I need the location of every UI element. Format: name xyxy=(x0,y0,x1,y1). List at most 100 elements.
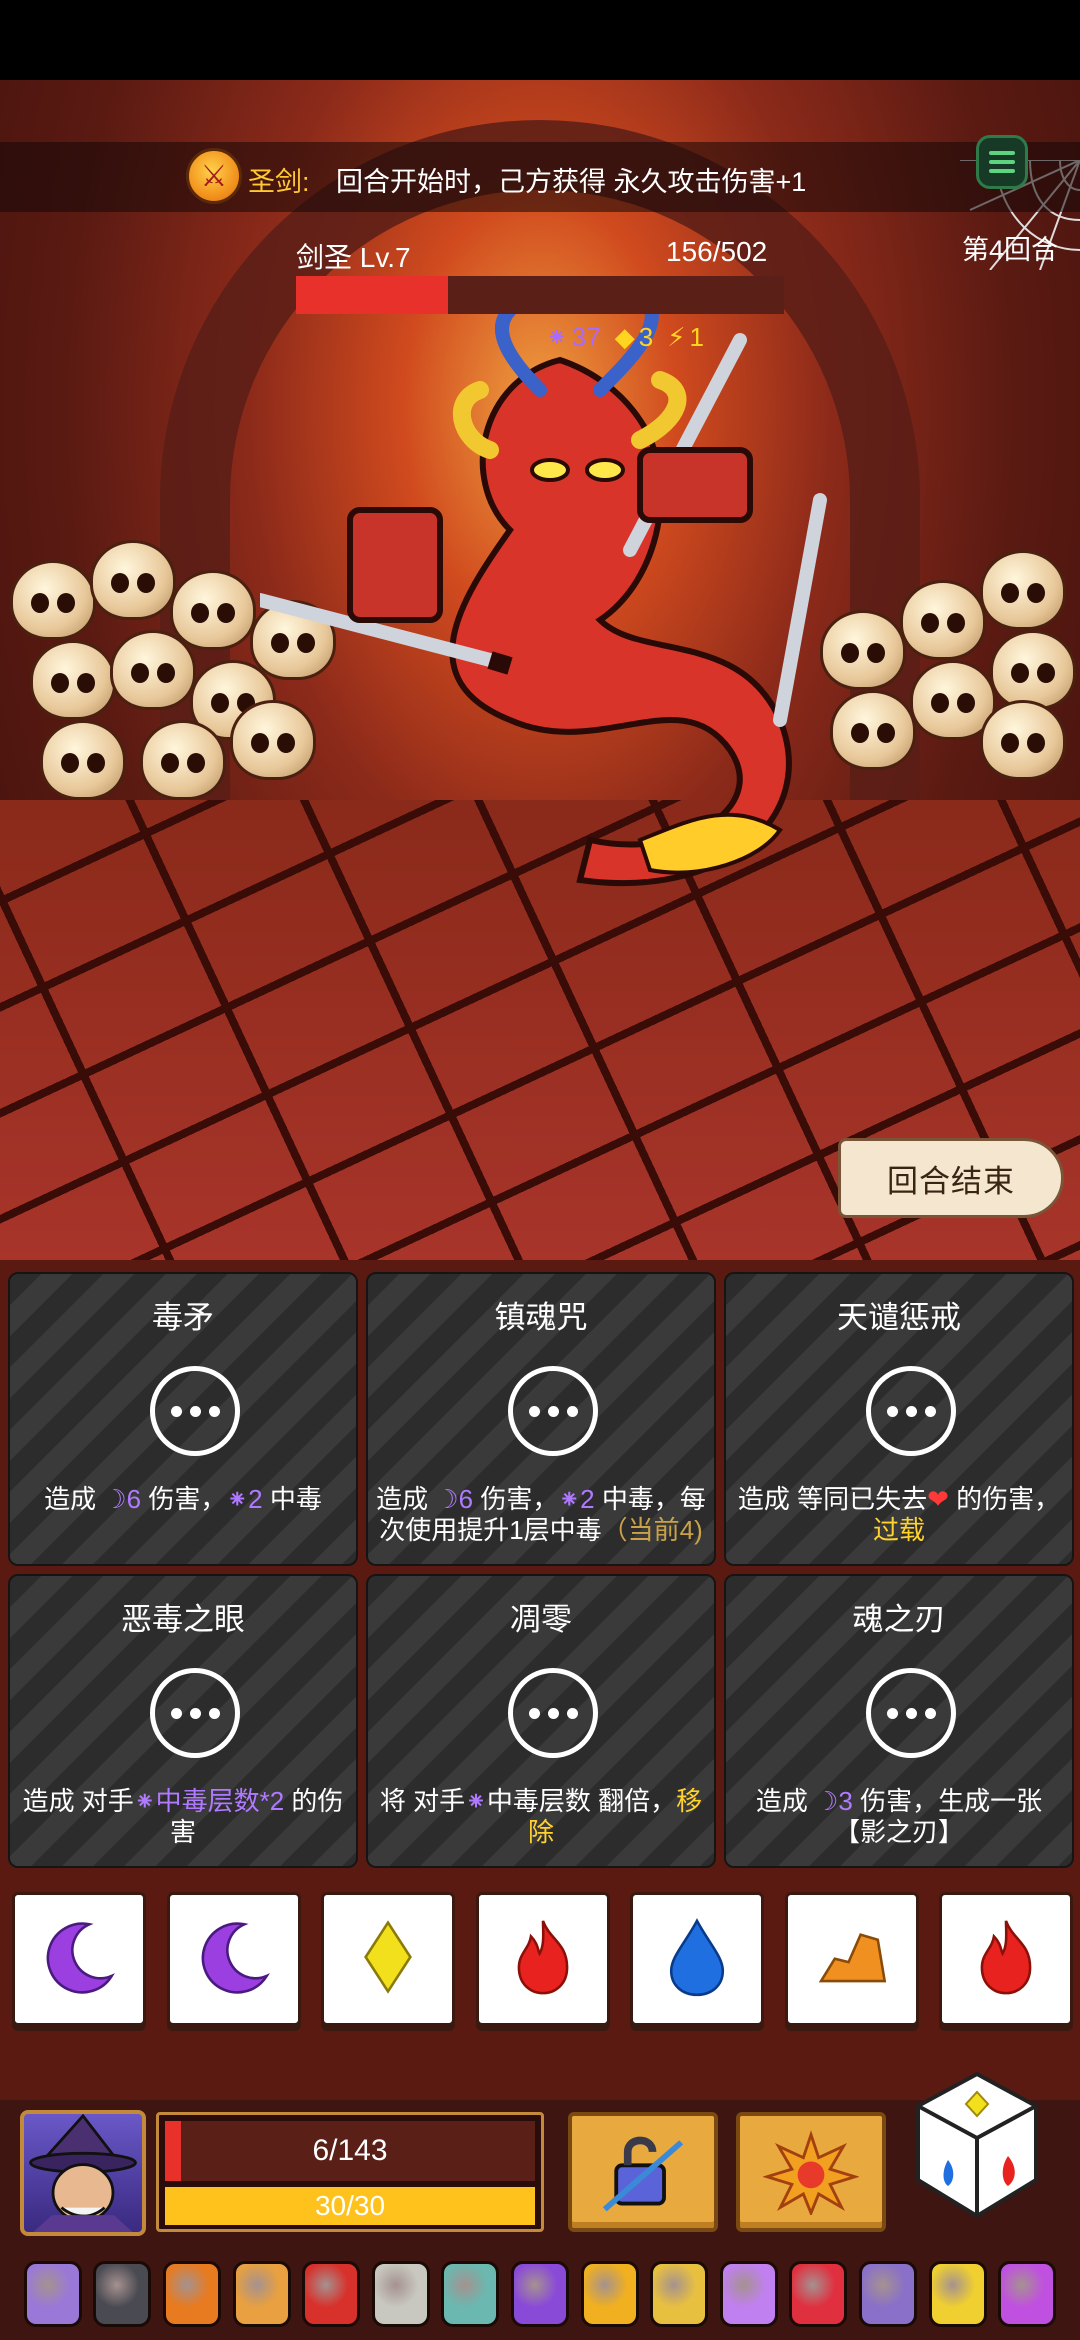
enemy-name: 剑圣 Lv.7 xyxy=(296,242,411,273)
more-options-icon[interactable] xyxy=(150,1668,240,1758)
card-title: 毒矛 xyxy=(152,1300,214,1335)
card-description: 造成 对手⁕中毒层数*2 的伤害 xyxy=(18,1786,348,1848)
scroll-icon[interactable] xyxy=(371,2261,430,2327)
explosion-icon xyxy=(763,2130,859,2215)
card-description-segment: 中毒层数 翻倍， xyxy=(486,1786,677,1816)
unlock-skill-button[interactable] xyxy=(568,2112,718,2232)
enemy-hp-fill xyxy=(296,276,448,314)
status-bar xyxy=(0,0,1080,80)
status-value: 1 xyxy=(689,322,704,352)
card-description-segment: ☽3 xyxy=(815,1786,853,1816)
buff-name: 圣剑: xyxy=(248,167,310,197)
skill-card[interactable]: 凋零将 对手⁕中毒层数 翻倍，移除 xyxy=(366,1574,716,1868)
skill-card[interactable]: 天谴惩戒造成 等同已失去❤ 的伤害， 过载 xyxy=(724,1272,1074,1566)
card-title: 魂之刃 xyxy=(852,1602,946,1637)
card-description-segment: ⁕中毒层数*2 xyxy=(133,1786,285,1816)
card-description-segment: ⁕ xyxy=(465,1786,487,1816)
card-description-segment: 将 对手 xyxy=(379,1786,466,1816)
torch-icon[interactable] xyxy=(162,2261,221,2327)
flame-crown-icon[interactable] xyxy=(580,2261,639,2327)
die-moon[interactable] xyxy=(166,1892,301,2026)
roll-dice-button[interactable] xyxy=(912,2070,1042,2220)
hero-portrait[interactable] xyxy=(20,2110,146,2236)
card-area: 毒矛 造成 ☽6 伤害，⁕2 中毒 镇魂咒 造成 ☽6 伤害，⁕2 中毒，每次使用提升… xyxy=(0,1260,1080,1880)
enemy-hp-bar xyxy=(296,276,784,314)
card-description-segment: 造成 等同已失去 xyxy=(737,1484,928,1514)
serpent-icon[interactable] xyxy=(302,2261,361,2327)
enemy-status-lightning[interactable]: ⚡ 1 xyxy=(667,322,704,353)
gem-icon[interactable] xyxy=(789,2261,848,2327)
skill-card[interactable]: 镇魂咒 造成 ☽6 伤害，⁕2 中毒，每次使用提升1层中毒（当前4) xyxy=(366,1272,716,1566)
more-options-icon[interactable] xyxy=(150,1366,240,1456)
slime-icon[interactable] xyxy=(998,2261,1057,2327)
card-description-segment: 造成 xyxy=(376,1484,436,1514)
card-title: 凋零 xyxy=(510,1602,572,1637)
card-description-segment: ⁕2 xyxy=(226,1484,263,1514)
boot-icon[interactable] xyxy=(23,2261,82,2327)
card-description-segment: ☽6 xyxy=(435,1484,474,1514)
crescent-icon[interactable] xyxy=(858,2261,917,2327)
flaming-sword-icon[interactable]: ⚔ xyxy=(186,148,242,204)
more-options-icon[interactable] xyxy=(508,1668,598,1758)
die-diamond[interactable] xyxy=(321,1892,455,2026)
moon-icon xyxy=(191,1914,277,2005)
skill-card[interactable]: 恶毒之眼造成 对手⁕中毒层数*2 的伤害 xyxy=(8,1574,358,1868)
die-fire[interactable] xyxy=(475,1892,610,2026)
menu-icon[interactable] xyxy=(976,135,1028,189)
enemy-status-armor[interactable]: ◆ 3 xyxy=(615,322,653,353)
earth-rock-icon xyxy=(809,1914,895,2005)
card-description: 造成 等同已失去❤ 的伤害， 过载 xyxy=(734,1484,1064,1546)
explosion-skill-button[interactable] xyxy=(736,2112,886,2232)
card-description: 造成 ☽6 伤害，⁕2 中毒 xyxy=(18,1484,348,1515)
player-energy-text: 30/30 xyxy=(314,2190,386,2221)
feather-icon[interactable] xyxy=(441,2261,500,2327)
moon-icon xyxy=(36,1914,122,2005)
fire-icon xyxy=(963,1914,1049,2005)
glove-icon[interactable] xyxy=(232,2261,291,2327)
round-counter: 第4回合 xyxy=(962,235,1059,265)
potion-icon[interactable] xyxy=(510,2261,569,2327)
player-energy-bar: 30/30 xyxy=(165,2187,535,2225)
card-description-segment: 伤害，生成一张【影之刃】 xyxy=(833,1786,1043,1847)
lightning-icon: ⚡ xyxy=(667,322,686,352)
card-description-segment: ❤ xyxy=(927,1484,949,1514)
buff-description: 回合开始时，己方获得 永久攻击伤害+1 xyxy=(336,167,807,197)
player-hp-text: 6/143 xyxy=(312,2134,388,2167)
dice-tray xyxy=(0,1880,1080,2100)
card-description-segment: ⁕2 xyxy=(558,1484,595,1514)
wizard-avatar-icon xyxy=(29,2114,137,2232)
more-options-icon[interactable] xyxy=(866,1366,956,1456)
chain-icon[interactable] xyxy=(928,2261,987,2327)
card-description-segment: 造成 xyxy=(755,1786,816,1816)
card-description-segment: 中毒 xyxy=(262,1484,322,1514)
card-description-segment: 伤害， xyxy=(141,1484,227,1514)
skill-card[interactable]: 魂之刃造成 ☽3 伤害，生成一张【影之刃】 xyxy=(724,1574,1074,1868)
player-hp-bar: 6/143 xyxy=(165,2121,535,2181)
shield-icon[interactable] xyxy=(93,2261,152,2327)
sword-saint-dragon[interactable] xyxy=(260,300,880,940)
player-stats: 6/143 30/30 xyxy=(156,2112,544,2232)
die-moon[interactable] xyxy=(12,1892,146,2026)
more-options-icon[interactable] xyxy=(866,1668,956,1758)
die-fire[interactable] xyxy=(939,1892,1073,2026)
relic-bar xyxy=(0,2248,1080,2340)
ring-icon[interactable] xyxy=(650,2261,709,2327)
armor-icon: ◆ xyxy=(614,322,635,352)
card-description: 将 对手⁕中毒层数 翻倍，移除 xyxy=(376,1786,706,1848)
card-description-segment: 过载 xyxy=(872,1515,925,1545)
card-title: 恶毒之眼 xyxy=(121,1602,245,1637)
diamond-icon xyxy=(345,1914,431,2005)
poison-icon: ⁕ xyxy=(546,322,568,352)
enemy-status-poison[interactable]: ⁕ 37 xyxy=(546,322,601,353)
card-title: 天谴惩戒 xyxy=(837,1300,961,1335)
more-options-icon[interactable] xyxy=(508,1366,598,1456)
card-description: 造成 ☽6 伤害，⁕2 中毒，每次使用提升1层中毒（当前4) xyxy=(376,1484,706,1546)
card-description-segment: 的伤害， xyxy=(948,1484,1061,1514)
die-earth-rock[interactable] xyxy=(784,1892,919,2026)
card-description: 造成 ☽3 伤害，生成一张【影之刃】 xyxy=(734,1786,1064,1848)
die-water-drop[interactable] xyxy=(630,1892,764,2026)
skill-card[interactable]: 毒矛造成 ☽6 伤害，⁕2 中毒 xyxy=(8,1272,358,1566)
end-turn-button[interactable]: 回合结束 xyxy=(838,1138,1064,1218)
moon-relic-icon[interactable] xyxy=(719,2261,778,2327)
card-description-segment: 伤害， xyxy=(473,1484,559,1514)
